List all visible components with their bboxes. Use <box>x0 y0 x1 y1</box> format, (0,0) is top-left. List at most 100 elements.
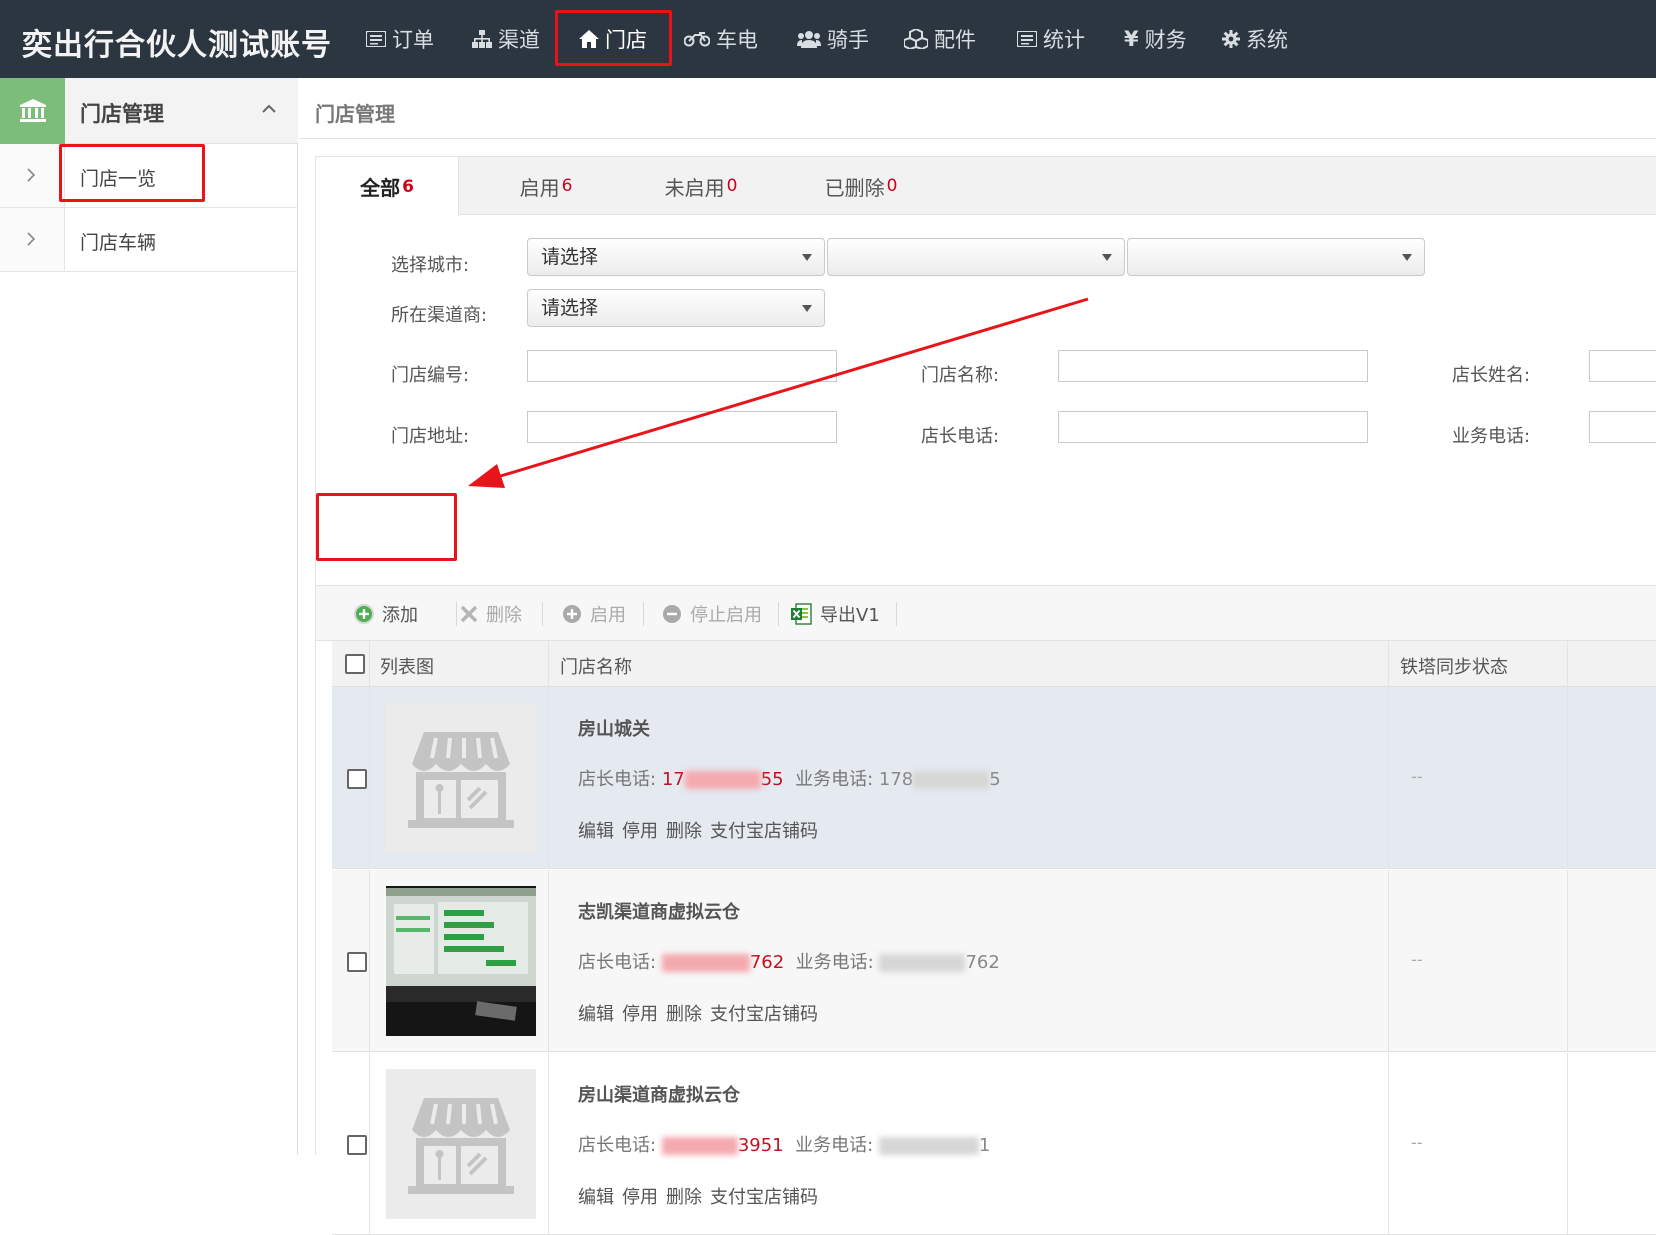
nav-orders[interactable]: 订单 <box>366 22 434 56</box>
nav-stores[interactable]: 门店 <box>579 22 647 56</box>
business-phone-input[interactable] <box>1589 411 1656 443</box>
nav-statistics[interactable]: 统计 <box>1017 22 1085 56</box>
nav-channels[interactable]: 渠道 <box>472 22 540 56</box>
motorcycle-icon <box>684 32 710 47</box>
nav-parts[interactable]: 配件 <box>904 22 976 56</box>
delete-link[interactable]: 删除 <box>666 1004 702 1025</box>
table-header: 列表图 门店名称 铁塔同步状态 <box>332 641 1656 687</box>
nav-finance-label: 财务 <box>1144 28 1187 52</box>
manager-phone-start: 17 <box>661 769 685 790</box>
district-select[interactable] <box>1127 238 1425 276</box>
tab-deleted[interactable]: 已删除 0 <box>786 157 936 215</box>
store-icon <box>408 1098 514 1194</box>
add-button-label: 添加 <box>382 605 418 626</box>
sidebar-item-gutter <box>0 144 65 207</box>
caret-down-icon <box>802 254 812 261</box>
caret-down-icon <box>1102 254 1112 261</box>
alipay-code-link[interactable]: 支付宝店铺码 <box>710 821 818 842</box>
tab-all[interactable]: 全部 6 <box>316 157 459 216</box>
chevron-up-icon[interactable] <box>262 104 276 114</box>
caret-down-icon <box>802 305 812 312</box>
column-divider <box>548 870 549 1052</box>
city-select[interactable] <box>827 238 1125 276</box>
export-button[interactable]: 导出V1 <box>790 600 880 628</box>
store-address-input[interactable] <box>527 411 837 443</box>
manager-phone-input[interactable] <box>1058 411 1368 443</box>
manager-phone-end: 762 <box>749 952 785 973</box>
chevron-right-icon <box>27 232 36 246</box>
column-divider <box>548 641 549 687</box>
bank-icon <box>19 99 46 122</box>
redacted-mask <box>913 771 990 789</box>
manager-phone-label: 店长电话: <box>578 952 657 973</box>
sidebar-section-title: 门店管理 <box>80 102 164 126</box>
store-no-label: 门店编号: <box>391 365 470 386</box>
column-divider <box>1388 641 1389 687</box>
screen-photo-icon <box>386 886 536 1036</box>
plus-circle-icon <box>354 604 374 624</box>
column-divider <box>1567 1053 1568 1235</box>
delete-link[interactable]: 删除 <box>666 1187 702 1208</box>
nav-finance[interactable]: ¥ 财务 <box>1124 22 1187 56</box>
table-row[interactable]: 志凯渠道商虚拟云仓 店长电话: 762 业务电话: 762 编辑 停用 删除 支付宝店… <box>332 870 1656 1052</box>
enable-button-label: 启用 <box>590 605 626 626</box>
list-icon <box>1017 31 1037 47</box>
table-row[interactable]: 房山城关 店长电话: 17 55 业务电话: 178 5 编辑 停用 删除 支付宝店铺码 … <box>332 687 1656 869</box>
store-icon <box>408 732 514 828</box>
manager-phone-label: 店长电话: <box>921 426 1000 447</box>
col-name-header[interactable]: 门店名称 <box>560 653 632 679</box>
list-icon <box>366 31 386 47</box>
table-row[interactable]: 房山渠道商虚拟云仓 店长电话: 3951 业务电话: 1 编辑 停用 删除 支付宝店铺… <box>332 1053 1656 1235</box>
nav-orders-label: 订单 <box>392 28 434 52</box>
nav-system[interactable]: 系统 <box>1222 22 1288 56</box>
store-name-input[interactable] <box>1058 350 1368 382</box>
alipay-code-link[interactable]: 支付宝店铺码 <box>710 1004 818 1025</box>
edit-link[interactable]: 编辑 <box>578 1187 614 1208</box>
column-divider <box>1388 870 1389 1052</box>
select-all-checkbox[interactable] <box>345 654 365 674</box>
sidebar-section-header[interactable]: 门店管理 <box>0 78 298 144</box>
business-phone-end: 762 <box>965 952 1000 973</box>
nav-vehicles[interactable]: 车电 <box>684 22 758 56</box>
add-button[interactable]: 添加 <box>354 600 418 628</box>
main-content: 门店管理 全部 6 启用 6 未启用 0 已删除 0 选择城市: 请选择 所在渠… <box>299 78 1656 1235</box>
city-province-select[interactable]: 请选择 <box>527 238 825 276</box>
store-phones: 店长电话: 762 业务电话: 762 <box>578 948 1000 974</box>
redacted-mask <box>661 954 750 972</box>
sync-status: -- <box>1411 950 1423 969</box>
alipay-code-link[interactable]: 支付宝店铺码 <box>710 1187 818 1208</box>
disable-link[interactable]: 停用 <box>622 821 658 842</box>
sidebar-item-store-list[interactable]: 门店一览 <box>0 144 298 208</box>
divider <box>299 138 1656 139</box>
disable-link[interactable]: 停用 <box>622 1004 658 1025</box>
sync-status: -- <box>1411 767 1423 786</box>
store-no-input[interactable] <box>527 350 837 382</box>
tab-not-enabled[interactable]: 未启用 0 <box>631 157 771 215</box>
nav-riders-label: 骑手 <box>827 28 869 52</box>
row-checkbox[interactable] <box>347 769 367 789</box>
column-divider <box>1388 1053 1389 1235</box>
tab-enabled[interactable]: 启用 6 <box>486 157 606 215</box>
enable-button[interactable]: 启用 <box>562 600 626 628</box>
sidebar-item-label: 门店一览 <box>80 168 157 190</box>
city-label: 选择城市: <box>391 255 470 276</box>
edit-link[interactable]: 编辑 <box>578 821 614 842</box>
sidebar-item-store-vehicles[interactable]: 门店车辆 <box>0 208 298 272</box>
row-checkbox[interactable] <box>347 952 367 972</box>
business-phone-end: 5 <box>989 769 1001 790</box>
caret-down-icon <box>1402 254 1412 261</box>
disable-button[interactable]: 停止启用 <box>662 600 762 628</box>
delete-link[interactable]: 删除 <box>666 821 702 842</box>
row-checkbox[interactable] <box>347 1135 367 1155</box>
manager-name-input[interactable] <box>1589 350 1656 382</box>
channel-select[interactable]: 请选择 <box>527 289 825 327</box>
breadcrumb: 门店管理 <box>315 102 395 126</box>
delete-button[interactable]: 删除 <box>460 600 522 628</box>
tab-all-label: 全部 <box>360 176 401 200</box>
row-actions: 编辑 停用 删除 支付宝店铺码 <box>578 1000 826 1026</box>
tab-deleted-count: 0 <box>886 176 898 196</box>
edit-link[interactable]: 编辑 <box>578 1004 614 1025</box>
nav-riders[interactable]: 骑手 <box>797 22 869 56</box>
disable-link[interactable]: 停用 <box>622 1187 658 1208</box>
home-icon <box>579 30 599 48</box>
